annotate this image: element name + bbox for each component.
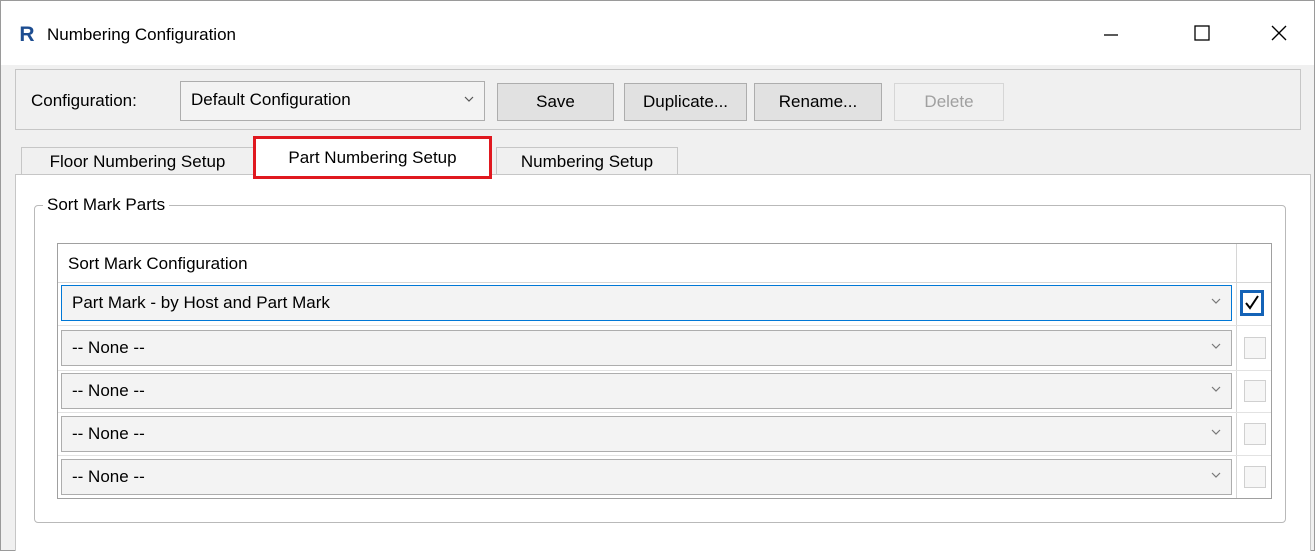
- minimize-button[interactable]: [1088, 13, 1134, 53]
- close-button[interactable]: [1256, 13, 1302, 53]
- numbering-configuration-window: R Numbering Configuration Configuration:…: [0, 0, 1315, 551]
- sort-mark-dropdown[interactable]: -- None --: [61, 416, 1232, 452]
- sort-mark-dropdown[interactable]: Part Mark - by Host and Part Mark: [61, 285, 1232, 321]
- dropdown-value: -- None --: [72, 381, 145, 400]
- dropdown-value: -- None --: [72, 424, 145, 443]
- save-button[interactable]: Save: [497, 83, 614, 121]
- row-checkbox[interactable]: [1240, 290, 1264, 316]
- dropdown-value: -- None --: [72, 338, 145, 357]
- chevron-down-icon: [1211, 298, 1221, 304]
- sort-mark-parts-group: Sort Mark Parts Sort Mark Configuration …: [34, 194, 1286, 523]
- configuration-label: Configuration:: [31, 91, 137, 110]
- column-divider: [1236, 282, 1237, 498]
- delete-button[interactable]: Delete: [894, 83, 1004, 121]
- chevron-down-icon: [1211, 429, 1221, 435]
- tab-part-numbering-setup[interactable]: Part Numbering Setup: [253, 136, 492, 179]
- configuration-toolbar: Configuration: Default Configuration Sav…: [15, 69, 1301, 130]
- tab-numbering-setup[interactable]: Numbering Setup: [496, 147, 678, 175]
- configuration-dropdown[interactable]: Default Configuration: [180, 81, 485, 121]
- sort-mark-dropdown[interactable]: -- None --: [61, 373, 1232, 409]
- grid-header: Sort Mark Configuration: [58, 244, 1271, 283]
- dropdown-value: Part Mark - by Host and Part Mark: [72, 293, 330, 312]
- row-divider: [58, 325, 1271, 326]
- chevron-down-icon: [1211, 386, 1221, 392]
- column-header-label: Sort Mark Configuration: [68, 254, 248, 273]
- duplicate-button[interactable]: Duplicate...: [624, 83, 747, 121]
- maximize-button[interactable]: [1179, 13, 1225, 53]
- tab-panel: Sort Mark Parts Sort Mark Configuration …: [15, 174, 1311, 551]
- sort-mark-dropdown[interactable]: -- None --: [61, 459, 1232, 495]
- chevron-down-icon: [464, 96, 474, 102]
- chevron-down-icon: [1211, 343, 1221, 349]
- revit-app-icon: R: [18, 23, 36, 46]
- maximize-icon: [1194, 25, 1210, 41]
- rename-button[interactable]: Rename...: [754, 83, 882, 121]
- configuration-selected-value: Default Configuration: [191, 90, 351, 109]
- sort-mark-grid: Sort Mark Configuration Part Mark - by H…: [57, 243, 1272, 499]
- row-divider: [58, 412, 1271, 413]
- row-divider: [58, 370, 1271, 371]
- checkmark-icon: [1245, 295, 1259, 310]
- group-title: Sort Mark Parts: [43, 194, 170, 216]
- row-checkbox[interactable]: [1244, 466, 1266, 488]
- chevron-down-icon: [1211, 472, 1221, 478]
- dropdown-value: -- None --: [72, 467, 145, 486]
- row-checkbox[interactable]: [1244, 423, 1266, 445]
- tab-floor-numbering-setup[interactable]: Floor Numbering Setup: [21, 147, 254, 175]
- row-checkbox[interactable]: [1244, 380, 1266, 402]
- sort-mark-dropdown[interactable]: -- None --: [61, 330, 1232, 366]
- row-checkbox[interactable]: [1244, 337, 1266, 359]
- close-icon: [1271, 25, 1287, 41]
- column-header-sort-mark-configuration[interactable]: Sort Mark Configuration: [58, 244, 1237, 282]
- minimize-icon: [1104, 34, 1118, 36]
- window-title: Numbering Configuration: [47, 25, 236, 44]
- title-bar[interactable]: R Numbering Configuration: [1, 1, 1314, 65]
- row-divider: [58, 455, 1271, 456]
